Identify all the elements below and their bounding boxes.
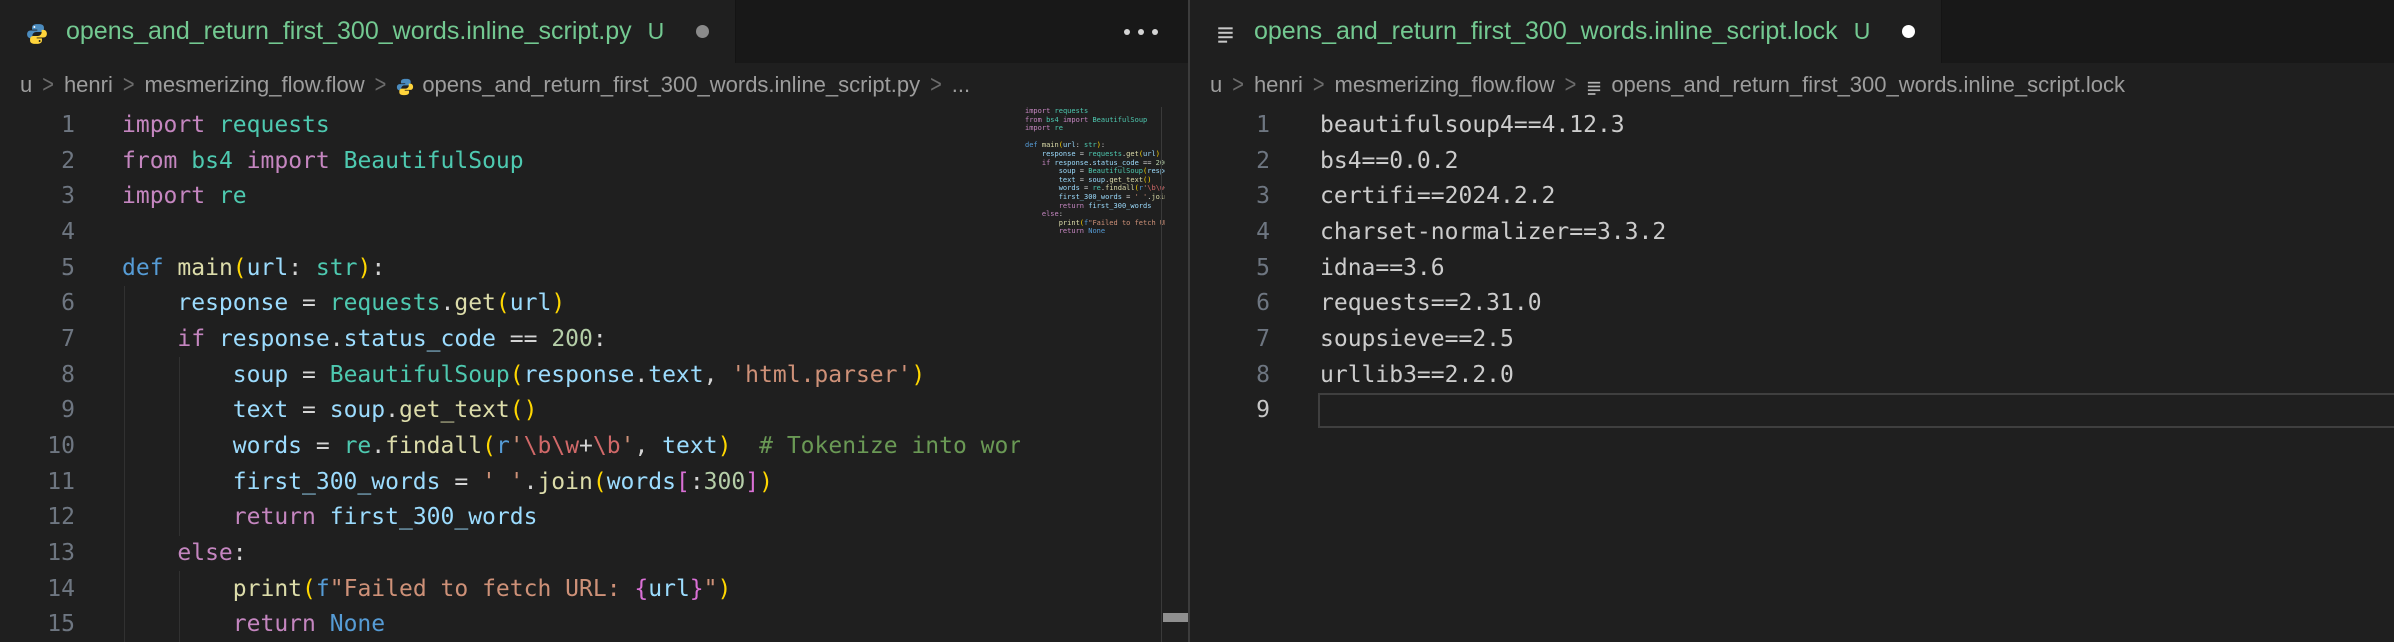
tab-bar-left: opens_and_return_first_300_words.inline_… xyxy=(0,0,1188,63)
file-lines-icon xyxy=(1586,79,1603,96)
more-actions-icon[interactable] xyxy=(1124,0,1158,63)
line-number: 4 xyxy=(1190,219,1270,245)
line-number: 9 xyxy=(1190,397,1270,423)
code-line[interactable]: 2bs4==0.0.2 xyxy=(1190,143,2394,179)
line-number: 15 xyxy=(0,611,75,637)
tab-title: opens_and_return_first_300_words.inline_… xyxy=(1254,17,1838,46)
unsaved-dot-icon[interactable] xyxy=(1902,25,1915,38)
code-line[interactable]: 14 print(f"Failed to fetch URL: {url}") xyxy=(0,571,1020,607)
unsaved-dot-icon[interactable] xyxy=(696,25,709,38)
code-line[interactable]: 11 first_300_words = ' '.join(words[:300… xyxy=(0,464,1020,500)
line-number: 2 xyxy=(1190,148,1270,174)
code-line[interactable]: 6 response = requests.get(url) xyxy=(0,285,1020,321)
line-number: 11 xyxy=(0,469,75,495)
current-line-highlight xyxy=(1318,393,2394,429)
line-number: 12 xyxy=(0,504,75,530)
indent-guide xyxy=(124,286,125,642)
breadcrumb-item[interactable]: mesmerizing_flow.flow xyxy=(1335,72,1555,98)
line-number: 7 xyxy=(1190,326,1270,352)
git-status-badge: U xyxy=(1854,18,1871,45)
line-number: 2 xyxy=(0,148,75,174)
line-number: 3 xyxy=(0,183,75,209)
breadcrumb-item-file[interactable]: opens_and_return_first_300_words.inline_… xyxy=(422,72,920,98)
breadcrumb-item[interactable]: henri xyxy=(1254,72,1303,98)
code-line[interactable]: 7 if response.status_code == 200: xyxy=(0,321,1020,357)
indent-guide xyxy=(179,357,180,536)
vscode-editor-window: opens_and_return_first_300_words.inline_… xyxy=(0,0,2394,642)
breadcrumb-item[interactable]: u xyxy=(20,72,32,98)
code-editor-python[interactable]: 1import requests2from bs4 import Beautif… xyxy=(0,107,1188,642)
code-line[interactable]: 4charset-normalizer==3.3.2 xyxy=(1190,214,2394,250)
breadcrumb-separator-icon: > xyxy=(930,71,942,100)
breadcrumb-overflow[interactable]: ... xyxy=(952,72,970,98)
editor-group-right: opens_and_return_first_300_words.inline_… xyxy=(1190,0,2394,642)
line-number: 1 xyxy=(0,112,75,138)
editor-group-left: opens_and_return_first_300_words.inline_… xyxy=(0,0,1188,642)
line-number: 5 xyxy=(0,255,75,281)
code-line[interactable]: 1import requests xyxy=(0,107,1020,143)
line-number: 1 xyxy=(1190,112,1270,138)
code-line[interactable]: 5def main(url: str): xyxy=(0,250,1020,286)
code-line[interactable]: 8 soup = BeautifulSoup(response.text, 'h… xyxy=(0,357,1020,393)
line-number: 8 xyxy=(1190,362,1270,388)
code-line[interactable]: 8urllib3==2.2.0 xyxy=(1190,357,2394,393)
code-editor-lock[interactable]: 1beautifulsoup4==4.12.32bs4==0.0.23certi… xyxy=(1190,107,2394,642)
code-content[interactable]: 1beautifulsoup4==4.12.32bs4==0.0.23certi… xyxy=(1190,107,2394,428)
code-line[interactable]: 2from bs4 import BeautifulSoup xyxy=(0,143,1020,179)
line-number: 9 xyxy=(0,397,75,423)
line-number: 10 xyxy=(0,433,75,459)
breadcrumb-separator-icon: > xyxy=(1313,71,1325,100)
line-number: 13 xyxy=(0,540,75,566)
line-number: 3 xyxy=(1190,183,1270,209)
scrollbar-thumb[interactable] xyxy=(1163,613,1188,622)
code-line[interactable]: 13 else: xyxy=(0,535,1020,571)
breadcrumb: u > henri > mesmerizing_flow.flow > opens_and_… xyxy=(1190,63,2394,107)
line-number: 6 xyxy=(0,290,75,316)
line-number: 14 xyxy=(0,576,75,602)
line-number: 8 xyxy=(0,362,75,388)
indent-guide xyxy=(179,571,180,642)
git-status-badge: U xyxy=(648,18,665,45)
tab-bar-right: opens_and_return_first_300_words.inline_… xyxy=(1190,0,2394,63)
python-icon xyxy=(26,23,48,45)
code-line[interactable]: 7soupsieve==2.5 xyxy=(1190,321,2394,357)
minimap[interactable]: import requestsfrom bs4 import Beautiful… xyxy=(1020,107,1165,642)
breadcrumb-item-file[interactable]: opens_and_return_first_300_words.inline_… xyxy=(1611,72,2125,98)
breadcrumb-separator-icon: > xyxy=(123,71,135,100)
code-line[interactable]: 6requests==2.31.0 xyxy=(1190,285,2394,321)
code-line[interactable]: 3import re xyxy=(0,178,1020,214)
code-line[interactable]: 3certifi==2024.2.2 xyxy=(1190,178,2394,214)
line-number: 5 xyxy=(1190,255,1270,281)
breadcrumb-item[interactable]: u xyxy=(1210,72,1222,98)
code-line[interactable]: 12 return first_300_words xyxy=(0,500,1020,536)
code-line[interactable]: 9 text = soup.get_text() xyxy=(0,393,1020,429)
code-line[interactable]: 1beautifulsoup4==4.12.3 xyxy=(1190,107,2394,143)
code-line[interactable]: 15 return None xyxy=(0,607,1020,642)
line-number: 7 xyxy=(0,326,75,352)
breadcrumb-separator-icon: > xyxy=(375,71,387,100)
code-line[interactable]: 5idna==3.6 xyxy=(1190,250,2394,286)
line-number: 6 xyxy=(1190,290,1270,316)
tab-python-file[interactable]: opens_and_return_first_300_words.inline_… xyxy=(0,0,736,63)
breadcrumb: u > henri > mesmerizing_flow.flow > opens_and_… xyxy=(0,63,1188,107)
breadcrumb-item[interactable]: henri xyxy=(64,72,113,98)
scrollbar-track[interactable] xyxy=(1161,107,1188,642)
breadcrumb-separator-icon: > xyxy=(1232,71,1244,100)
code-line[interactable]: 4 xyxy=(0,214,1020,250)
breadcrumb-separator-icon: > xyxy=(1565,71,1577,100)
breadcrumb-item[interactable]: mesmerizing_flow.flow xyxy=(145,72,365,98)
code-line[interactable]: 10 words = re.findall(r'\b\w+\b', text) … xyxy=(0,428,1020,464)
line-number: 4 xyxy=(0,219,75,245)
tab-title: opens_and_return_first_300_words.inline_… xyxy=(66,17,632,46)
file-lines-icon xyxy=(1216,24,1236,44)
python-icon xyxy=(396,78,414,96)
breadcrumb-separator-icon: > xyxy=(42,71,54,100)
tab-lock-file[interactable]: opens_and_return_first_300_words.inline_… xyxy=(1190,0,1942,63)
